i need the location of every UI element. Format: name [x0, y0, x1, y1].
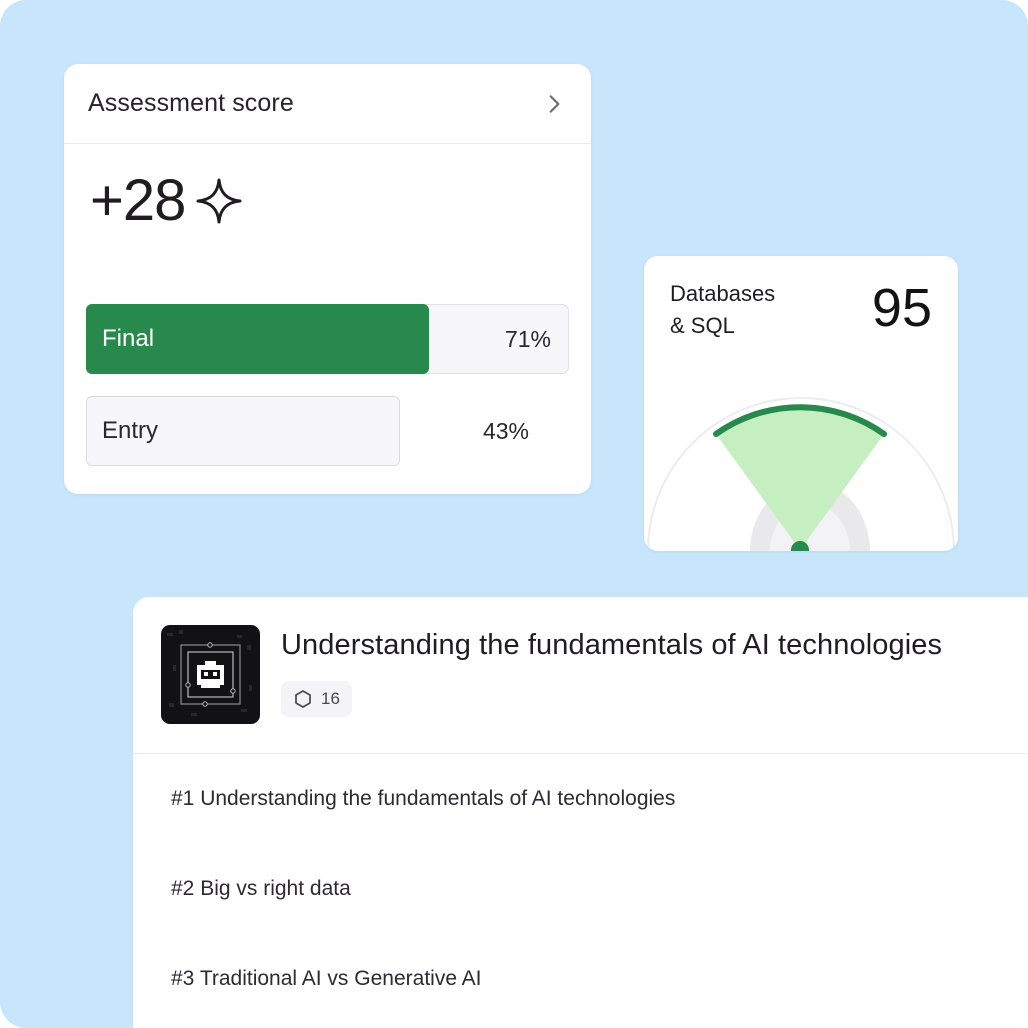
background-canvas: Assessment score +28 Final 71% Entry 43% [0, 0, 1028, 1028]
lesson-item[interactable]: #2 Big vs right data [133, 844, 1028, 934]
assessment-title: Assessment score [88, 89, 294, 117]
chevron-right-icon[interactable] [541, 91, 567, 117]
sparkle-icon [196, 178, 242, 224]
assessment-header[interactable]: Assessment score [64, 64, 591, 144]
bar-percent: 71% [504, 325, 551, 352]
course-header: Understanding the fundamentals of AI tec… [133, 597, 1028, 754]
lesson-count-badge: 16 [281, 681, 352, 717]
score-value: +28 [90, 168, 186, 233]
course-title[interactable]: Understanding the fundamentals of AI tec… [281, 629, 942, 662]
course-thumbnail [161, 625, 260, 724]
robot-icon [167, 630, 252, 716]
score-row: +28 [90, 172, 243, 230]
lesson-list: #1 Understanding the fundamentals of AI … [133, 754, 1028, 1024]
skill-gauge-card[interactable]: Databases & SQL 95 [644, 256, 958, 551]
gauge-value: 95 [871, 278, 932, 338]
bar-label: Final [102, 325, 155, 352]
bar-percent: 43% [482, 417, 529, 444]
entry-score-bar: Entry 43% [86, 396, 569, 466]
lesson-item[interactable]: #1 Understanding the fundamentals of AI … [133, 754, 1028, 844]
hexagon-icon [295, 690, 311, 708]
lesson-count: 16 [321, 689, 340, 708]
gauge-title-line1: Databases [670, 281, 776, 306]
lesson-item[interactable]: #3 Traditional AI vs Generative AI [133, 934, 1028, 1024]
gauge-title-line2: & SQL [670, 313, 735, 338]
bar-label: Entry [102, 417, 159, 444]
gauge-title: Databases & SQL [670, 278, 810, 342]
course-card: Understanding the fundamentals of AI tec… [133, 597, 1028, 1028]
final-score-bar: Final 71% [86, 304, 569, 374]
assessment-score-card: Assessment score +28 Final 71% Entry 43% [64, 64, 591, 494]
